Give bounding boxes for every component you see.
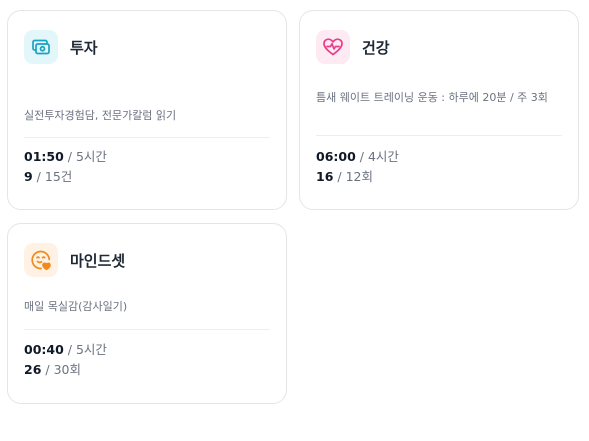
divider <box>24 329 270 330</box>
count-total: 30회 <box>53 362 81 377</box>
time-separator: / <box>355 149 368 164</box>
time-progress: 01:50 / 5시간 <box>24 148 107 166</box>
count-separator: / <box>32 169 45 184</box>
goal-card-mindset[interactable]: 마인드셋 매일 목실감(감사일기) 00:40 / 5시간 26 / 30회 <box>7 223 287 404</box>
time-separator: / <box>63 149 76 164</box>
heart-pulse-icon <box>316 30 350 64</box>
goal-card-investment[interactable]: 투자 실전투자경험담, 전문가칼럼 읽기 01:50 / 5시간 9 / 15건 <box>7 10 287 210</box>
card-title: 건강 <box>362 38 390 57</box>
count-progress: 9 / 15건 <box>24 168 72 186</box>
card-header: 투자 <box>24 29 98 65</box>
time-total: 5시간 <box>75 342 107 357</box>
count-separator: / <box>41 362 54 377</box>
card-description: 매일 목실감(감사일기) <box>24 300 128 313</box>
time-current: 01:50 <box>24 149 64 164</box>
card-title: 마인드셋 <box>70 251 126 270</box>
divider <box>316 135 562 136</box>
card-header: 건강 <box>316 29 390 65</box>
time-current: 06:00 <box>316 149 356 164</box>
count-separator: / <box>333 169 346 184</box>
count-total: 15건 <box>44 169 73 184</box>
card-description: 틈새 웨이트 트레이닝 운동 : 하루에 20분 / 주 3회 <box>316 91 548 104</box>
time-progress: 00:40 / 5시간 <box>24 341 107 359</box>
time-separator: / <box>63 342 76 357</box>
card-header: 마인드셋 <box>24 242 125 278</box>
smile-heart-icon <box>24 243 58 277</box>
count-current: 26 <box>24 362 42 377</box>
money-wallet-icon <box>24 30 58 64</box>
time-progress: 06:00 / 4시간 <box>316 148 399 166</box>
time-current: 00:40 <box>24 342 64 357</box>
count-progress: 16 / 12회 <box>316 168 373 186</box>
time-total: 4시간 <box>367 149 399 164</box>
time-total: 5시간 <box>75 149 107 164</box>
count-total: 12회 <box>345 169 373 184</box>
count-current: 9 <box>24 169 33 184</box>
card-description: 실전투자경험담, 전문가칼럼 읽기 <box>24 109 177 122</box>
divider <box>24 137 270 138</box>
goal-card-health[interactable]: 건강 틈새 웨이트 트레이닝 운동 : 하루에 20분 / 주 3회 06:00… <box>299 10 579 210</box>
count-progress: 26 / 30회 <box>24 361 81 379</box>
card-title: 투자 <box>70 38 98 57</box>
count-current: 16 <box>316 169 334 184</box>
